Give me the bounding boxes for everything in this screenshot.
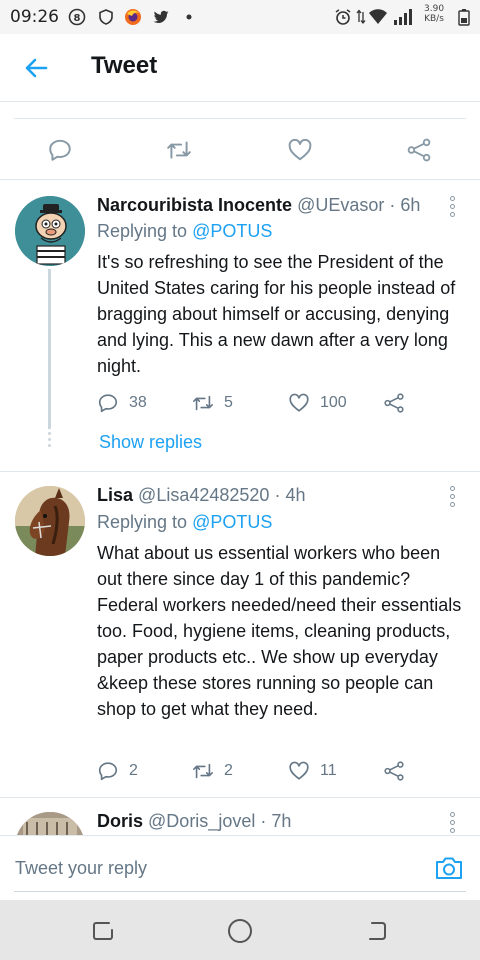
avatar[interactable] — [15, 812, 85, 835]
arrow-left-icon[interactable] — [22, 54, 50, 82]
share-icon[interactable] — [383, 392, 405, 414]
tweet-item[interactable]: Lisa @Lisa42482520 · 4h Replying to @POT… — [0, 472, 480, 798]
reply-icon[interactable] — [47, 137, 73, 163]
retweet-icon[interactable] — [166, 137, 192, 163]
tweet-time: · 6h — [389, 195, 421, 215]
tweet-time: · 4h — [274, 485, 306, 505]
like-count: 11 — [320, 762, 337, 779]
author-name[interactable]: Lisa — [97, 485, 133, 505]
more-options-icon[interactable] — [450, 196, 458, 220]
reply-icon[interactable] — [97, 392, 119, 414]
retweet-icon[interactable] — [192, 760, 214, 782]
like-action[interactable]: 11 — [288, 759, 337, 783]
retweet-icon[interactable] — [192, 392, 214, 414]
dot-icon — [186, 14, 192, 20]
reply-icon[interactable] — [97, 760, 119, 782]
more-options-icon[interactable] — [450, 486, 458, 510]
retweet-action[interactable]: 2 — [192, 759, 233, 783]
main-tweet-actions — [0, 120, 480, 180]
tweet-actions: 2 2 11 — [97, 759, 417, 783]
more-options-icon[interactable] — [450, 812, 458, 835]
like-icon[interactable] — [288, 392, 310, 414]
svg-text:8: 8 — [74, 13, 81, 24]
divider — [14, 118, 466, 119]
building-avatar-icon — [15, 812, 85, 835]
reply-count: 2 — [129, 762, 138, 779]
tweet-time: · 7h — [260, 811, 292, 831]
share-icon[interactable] — [406, 137, 432, 163]
shield-icon — [99, 9, 113, 25]
twitter-bird-icon — [153, 10, 169, 23]
share-action[interactable] — [383, 391, 405, 415]
author-name[interactable]: Doris — [97, 811, 143, 831]
replying-to-handle[interactable]: @POTUS — [192, 221, 272, 241]
share-action[interactable] — [383, 759, 405, 783]
tweet-text: It's so refreshing to see the President … — [97, 252, 456, 376]
retweet-action[interactable]: 5 — [192, 391, 233, 415]
battery-icon — [458, 9, 470, 26]
avatar[interactable] — [15, 486, 85, 556]
tweet-header: Doris @Doris_jovel · 7h — [97, 811, 291, 832]
horse-avatar-icon — [15, 486, 85, 556]
system-nav-bar — [0, 900, 480, 960]
data-arrows-icon — [356, 9, 366, 25]
back-nav-icon[interactable] — [364, 918, 390, 944]
thread-dots — [47, 432, 52, 450]
camera-icon[interactable] — [434, 854, 464, 882]
retweet-count: 5 — [224, 394, 233, 411]
like-icon[interactable] — [288, 760, 310, 782]
recents-icon[interactable] — [90, 918, 116, 944]
avatar[interactable] — [15, 196, 85, 266]
net-speed-value: 3.90 — [424, 4, 445, 14]
replying-to: Replying to @POTUS — [97, 221, 272, 242]
author-handle[interactable]: @Doris_jovel — [148, 811, 255, 831]
firefox-icon — [125, 9, 141, 25]
tweet-text: What about us essential workers who been… — [97, 543, 462, 719]
status-time: 09:26 — [10, 7, 59, 27]
show-replies-link[interactable]: Show replies — [99, 432, 202, 453]
reply-action[interactable]: 38 — [97, 391, 147, 415]
author-name[interactable]: Narcouribista Inocente — [97, 195, 292, 215]
like-icon[interactable] — [287, 137, 313, 163]
reply-underline — [14, 891, 466, 892]
retweet-count: 2 — [224, 762, 233, 779]
alarm-icon — [335, 9, 351, 25]
reply-composer[interactable]: Tweet your reply — [0, 835, 480, 899]
tweet-header: Narcouribista Inocente @UEvasor · 6h — [97, 195, 420, 216]
author-handle[interactable]: @Lisa42482520 — [138, 485, 269, 505]
tweet-item[interactable]: Doris @Doris_jovel · 7h — [0, 798, 480, 835]
net-speed-unit: KB/s — [424, 14, 444, 24]
tweet-header: Lisa @Lisa42482520 · 4h — [97, 485, 305, 506]
like-count: 100 — [320, 394, 347, 411]
like-action[interactable]: 100 — [288, 391, 347, 415]
net-speed: 3.90 KB/s — [424, 4, 444, 24]
wifi-icon — [369, 9, 387, 24]
reply-input[interactable]: Tweet your reply — [15, 858, 147, 879]
replying-to-handle[interactable]: @POTUS — [192, 512, 272, 532]
replying-to-label: Replying to — [97, 221, 188, 241]
status-bar: 09:26 8 3.90 KB/s — [0, 0, 480, 34]
page-title: Tweet — [91, 52, 158, 79]
tweet-item[interactable]: Narcouribista Inocente @UEvasor · 6h Rep… — [0, 181, 480, 472]
reply-action[interactable]: 2 — [97, 759, 138, 783]
home-circle-icon[interactable] — [227, 918, 253, 944]
author-handle[interactable]: @UEvasor — [297, 195, 384, 215]
replying-to: Replying to @POTUS — [97, 512, 272, 533]
replying-to-label: Replying to — [97, 512, 188, 532]
signal-icon — [394, 9, 412, 25]
reply-count: 38 — [129, 394, 147, 411]
tweet-actions: 38 5 100 — [97, 391, 417, 415]
top-app-bar: Tweet — [0, 34, 480, 102]
thread-line — [48, 269, 51, 429]
b-circle-icon: 8 — [68, 8, 86, 26]
share-icon[interactable] — [383, 760, 405, 782]
cartoon-avatar-icon — [15, 196, 85, 266]
